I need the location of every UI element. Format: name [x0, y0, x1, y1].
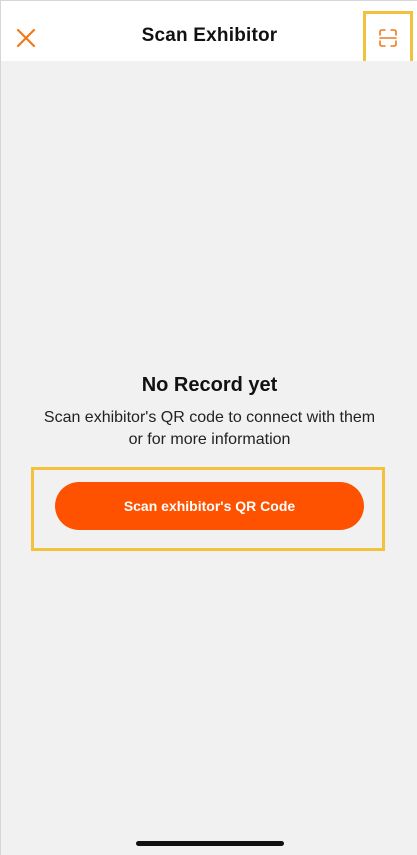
page-title: Scan Exhibitor — [141, 25, 278, 46]
scan-exhibitor-screen: Scan Exhibitor No Record yet Scan exhibi… — [0, 0, 417, 855]
main-content: No Record yet Scan exhibitor's QR code t… — [1, 61, 417, 855]
scan-qr-icon-button[interactable] — [363, 11, 413, 65]
empty-state-title: No Record yet — [141, 374, 278, 396]
home-indicator — [136, 841, 284, 846]
qr-scan-icon — [379, 29, 397, 47]
empty-state-description: Scan exhibitor's QR code to connect with… — [43, 409, 376, 448]
app-header: Scan Exhibitor — [1, 1, 417, 65]
scan-qr-code-button[interactable]: Scan exhibitor's QR Code — [55, 482, 364, 530]
